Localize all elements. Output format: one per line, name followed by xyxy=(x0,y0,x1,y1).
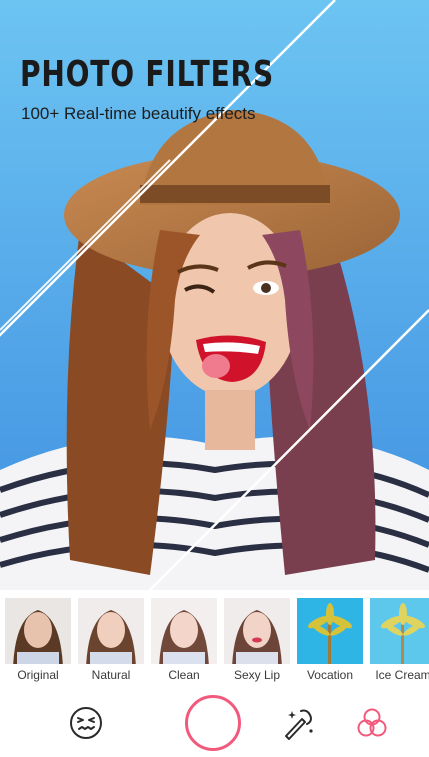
filter-label: Clean xyxy=(168,668,200,682)
filter-label: Original xyxy=(17,668,59,682)
filter-label: Sexy Lip xyxy=(233,668,281,682)
hero-banner: PHOTO FILTERS 100+ Real-time beautify ef… xyxy=(0,0,429,590)
hero-subtitle: 100+ Real-time beautify effects xyxy=(21,104,256,123)
shutter-button[interactable] xyxy=(185,695,241,751)
filter-thumbnail xyxy=(78,598,144,664)
filter-circles-icon xyxy=(357,708,387,737)
filter-thumbnail xyxy=(5,598,71,664)
bottom-toolbar xyxy=(0,688,429,757)
filter-sexy-lip[interactable]: Sexy Lip xyxy=(224,598,290,682)
magic-wand-icon xyxy=(285,709,313,740)
filter-thumbnail xyxy=(224,598,290,664)
face-sticker-icon xyxy=(70,707,102,739)
filter-thumbnail xyxy=(370,598,429,664)
filter-vocation[interactable]: Vocation xyxy=(297,598,363,682)
filter-effects-button[interactable] xyxy=(354,705,390,741)
filter-natural[interactable]: Natural xyxy=(78,598,144,682)
filter-original[interactable]: Original xyxy=(5,598,71,682)
filter-label: Vocation xyxy=(306,668,354,682)
filter-strip: Original Natural Clean Sexy Lip Vocation… xyxy=(0,590,429,688)
filter-thumbnail xyxy=(151,598,217,664)
magic-wand-button[interactable] xyxy=(280,705,316,741)
hero-title: PHOTO FILTERS xyxy=(20,54,274,95)
filter-clean[interactable]: Clean xyxy=(151,598,217,682)
filter-label: Ice Cream xyxy=(375,668,429,682)
filter-label: Natural xyxy=(91,668,131,682)
face-sticker-button[interactable] xyxy=(68,705,104,741)
filter-ice-cream[interactable]: Ice Cream xyxy=(370,598,429,682)
filter-thumbnail xyxy=(297,598,363,664)
